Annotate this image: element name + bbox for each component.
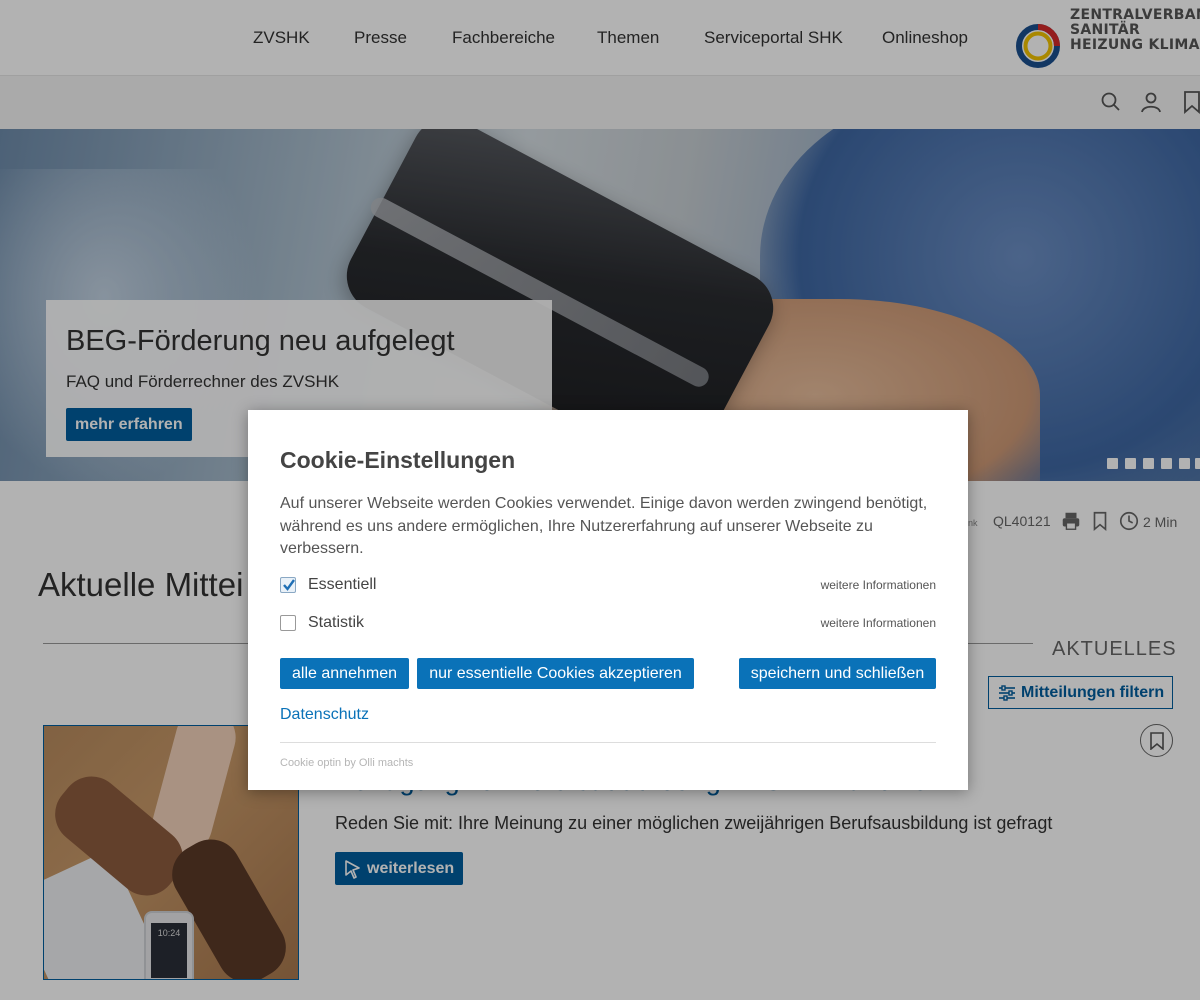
cookie-option-statistics: Statistik weitere Informationen [280,614,936,634]
save-and-close-button[interactable]: speichern und schließen [739,658,936,689]
cookie-credit[interactable]: Cookie optin by Olli machts [280,757,413,769]
cookie-settings-dialog: Cookie-Einstellungen Auf unserer Webseit… [248,410,968,790]
accept-essential-button[interactable]: nur essentielle Cookies akzeptieren [417,658,694,689]
cookie-dialog-title: Cookie-Einstellungen [280,447,516,473]
privacy-link[interactable]: Datenschutz [280,706,369,724]
essential-checkbox[interactable] [280,577,296,593]
dialog-divider [280,742,936,743]
cookie-option-essential: Essentiell weitere Informationen [280,576,936,596]
essential-more-info-link[interactable]: weitere Informationen [821,578,936,592]
accept-all-button[interactable]: alle annehmen [280,658,409,689]
essential-label: Essentiell [308,576,377,593]
statistics-more-info-link[interactable]: weitere Informationen [821,616,936,630]
checkmark-icon [283,579,295,591]
statistics-label: Statistik [308,614,365,631]
statistics-checkbox[interactable] [280,615,296,631]
cookie-dialog-text: Auf unserer Webseite werden Cookies verw… [280,495,928,557]
